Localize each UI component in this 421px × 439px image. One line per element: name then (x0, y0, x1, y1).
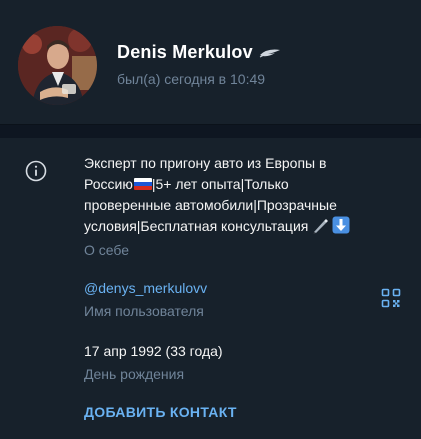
profile-header: Denis Merkulov был(а) сегодня в 10:49 (0, 0, 421, 124)
avatar[interactable] (18, 26, 97, 105)
add-contact-button[interactable]: ДОБАВИТЬ КОНТАКТ (84, 404, 237, 420)
about-label: О себе (84, 242, 130, 258)
last-seen-status: был(а) сегодня в 10:49 (117, 71, 266, 87)
birthday-label: День рождения (84, 366, 185, 382)
name-row: Denis Merkulov (117, 42, 281, 63)
about-line-2: Россию |5+ лет опыта|Только (84, 174, 394, 195)
about-line-4-text: условия|Бесплатная консультация (84, 218, 309, 234)
profile-photo (18, 26, 97, 105)
about-line-1: Эксперт по пригону авто из Европы в (84, 155, 327, 171)
pen-icon (313, 219, 329, 234)
birthday-value: 17 апр 1992 (33 года) (84, 343, 223, 359)
feather-icon (259, 49, 280, 57)
section-divider (0, 124, 421, 138)
about-line-2-prefix: Россию (84, 176, 133, 192)
about-line-4: условия|Бесплатная консультация (84, 216, 394, 237)
about-line-3: проверенные автомобили|Прозрачные (84, 197, 337, 213)
about-text: Эксперт по пригону авто из Европы в Росс… (84, 153, 394, 237)
info-icon (25, 160, 47, 182)
about-line-2-suffix: |5+ лет опыта|Только (151, 176, 289, 192)
qr-code-icon[interactable] (381, 288, 401, 308)
russian-flag-icon (133, 178, 152, 190)
profile-name: Denis Merkulov (117, 42, 253, 62)
username-label: Имя пользователя (84, 303, 204, 319)
username-link[interactable]: @denys_merkulovv (84, 280, 207, 296)
down-arrow-icon (332, 216, 350, 234)
